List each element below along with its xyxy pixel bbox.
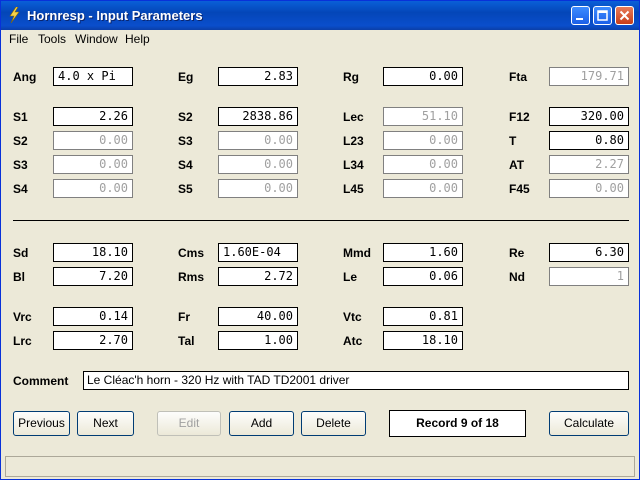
label-at: AT — [509, 158, 525, 172]
minimize-icon — [576, 18, 583, 20]
label-l34: L34 — [343, 158, 364, 172]
label-lrc: Lrc — [13, 334, 32, 348]
maximize-button[interactable] — [593, 6, 612, 25]
previous-button[interactable]: Previous — [13, 411, 70, 436]
section-divider — [13, 220, 629, 221]
label-atc: Atc — [343, 334, 363, 348]
field-atc[interactable]: 18.10 — [383, 331, 463, 350]
label-s4-col2: S4 — [178, 158, 193, 172]
field-fr[interactable]: 40.00 — [218, 307, 298, 326]
menu-window[interactable]: Window — [75, 32, 118, 46]
field-sd[interactable]: 18.10 — [53, 243, 133, 262]
label-rg: Rg — [343, 70, 359, 84]
calculate-button[interactable]: Calculate — [549, 411, 629, 436]
window-title: Hornresp - Input Parameters — [27, 8, 203, 23]
record-indicator: Record 9 of 18 — [389, 410, 526, 437]
app-icon — [9, 7, 20, 23]
label-f45: F45 — [509, 182, 530, 196]
field-re[interactable]: 6.30 — [549, 243, 629, 262]
close-icon — [619, 10, 630, 21]
label-s3: S3 — [13, 158, 28, 172]
field-s1[interactable]: 2.26 — [53, 107, 133, 126]
label-s4: S4 — [13, 182, 28, 196]
label-bl: Bl — [13, 270, 25, 284]
field-vrc[interactable]: 0.14 — [53, 307, 133, 326]
title-bar[interactable]: Hornresp - Input Parameters — [1, 1, 639, 30]
label-s2: S2 — [13, 134, 28, 148]
label-tal: Tal — [178, 334, 195, 348]
field-cms[interactable]: 1.60E-04 — [218, 243, 298, 262]
label-fta: Fta — [509, 70, 527, 84]
label-t: T — [509, 134, 517, 148]
field-s4-col2: 0.00 — [218, 155, 298, 174]
field-rms[interactable]: 2.72 — [218, 267, 298, 286]
label-vrc: Vrc — [13, 310, 32, 324]
label-le: Le — [343, 270, 358, 284]
label-fr: Fr — [178, 310, 190, 324]
field-nd: 1 — [549, 267, 629, 286]
label-s5: S5 — [178, 182, 193, 196]
comment-field[interactable]: Le Cléac'h horn - 320 Hz with TAD TD2001… — [83, 371, 629, 390]
label-l23: L23 — [343, 134, 364, 148]
field-fta: 179.71 — [549, 67, 629, 86]
field-l45: 0.00 — [383, 179, 463, 198]
label-l45: L45 — [343, 182, 364, 196]
field-s2: 0.00 — [53, 131, 133, 150]
label-s3-col2: S3 — [178, 134, 193, 148]
label-f12: F12 — [509, 110, 530, 124]
field-ang[interactable]: 4.0 x Pi — [53, 67, 133, 86]
field-lec: 51.10 — [383, 107, 463, 126]
label-vtc: Vtc — [343, 310, 362, 324]
field-s4: 0.00 — [53, 179, 133, 198]
field-f45: 0.00 — [549, 179, 629, 198]
field-l23: 0.00 — [383, 131, 463, 150]
field-tal[interactable]: 1.00 — [218, 331, 298, 350]
next-button[interactable]: Next — [77, 411, 134, 436]
label-nd: Nd — [509, 270, 525, 284]
field-s2-col2[interactable]: 2838.86 — [218, 107, 298, 126]
label-cms: Cms — [178, 246, 205, 260]
label-ang: Ang — [13, 70, 37, 84]
label-mmd: Mmd — [343, 246, 371, 260]
field-vtc[interactable]: 0.81 — [383, 307, 463, 326]
label-comment: Comment — [13, 374, 69, 388]
menu-help[interactable]: Help — [125, 32, 150, 46]
label-rms: Rms — [178, 270, 205, 284]
field-l34: 0.00 — [383, 155, 463, 174]
label-sd: Sd — [13, 246, 29, 260]
label-eg: Eg — [178, 70, 194, 84]
label-s2-col2: S2 — [178, 110, 193, 124]
field-mmd[interactable]: 1.60 — [383, 243, 463, 262]
field-lrc[interactable]: 2.70 — [53, 331, 133, 350]
field-t[interactable]: 0.80 — [549, 131, 629, 150]
status-bar — [5, 456, 635, 477]
label-lec: Lec — [343, 110, 364, 124]
field-rg[interactable]: 0.00 — [383, 67, 463, 86]
field-le[interactable]: 0.06 — [383, 267, 463, 286]
field-at: 2.27 — [549, 155, 629, 174]
label-s1: S1 — [13, 110, 28, 124]
field-f12[interactable]: 320.00 — [549, 107, 629, 126]
menu-bar: File Tools Window Help — [1, 30, 639, 48]
app-window: Hornresp - Input Parameters File Tools W… — [0, 0, 640, 480]
edit-button: Edit — [157, 411, 221, 436]
field-eg[interactable]: 2.83 — [218, 67, 298, 86]
field-s3: 0.00 — [53, 155, 133, 174]
label-re: Re — [509, 246, 525, 260]
minimize-button[interactable] — [571, 6, 590, 25]
field-s5: 0.00 — [218, 179, 298, 198]
field-s3-col2: 0.00 — [218, 131, 298, 150]
maximize-icon — [597, 10, 608, 21]
menu-file[interactable]: File — [9, 32, 28, 46]
field-bl[interactable]: 7.20 — [53, 267, 133, 286]
delete-button[interactable]: Delete — [301, 411, 366, 436]
close-button[interactable] — [615, 6, 634, 25]
menu-tools[interactable]: Tools — [38, 32, 66, 46]
add-button[interactable]: Add — [229, 411, 294, 436]
